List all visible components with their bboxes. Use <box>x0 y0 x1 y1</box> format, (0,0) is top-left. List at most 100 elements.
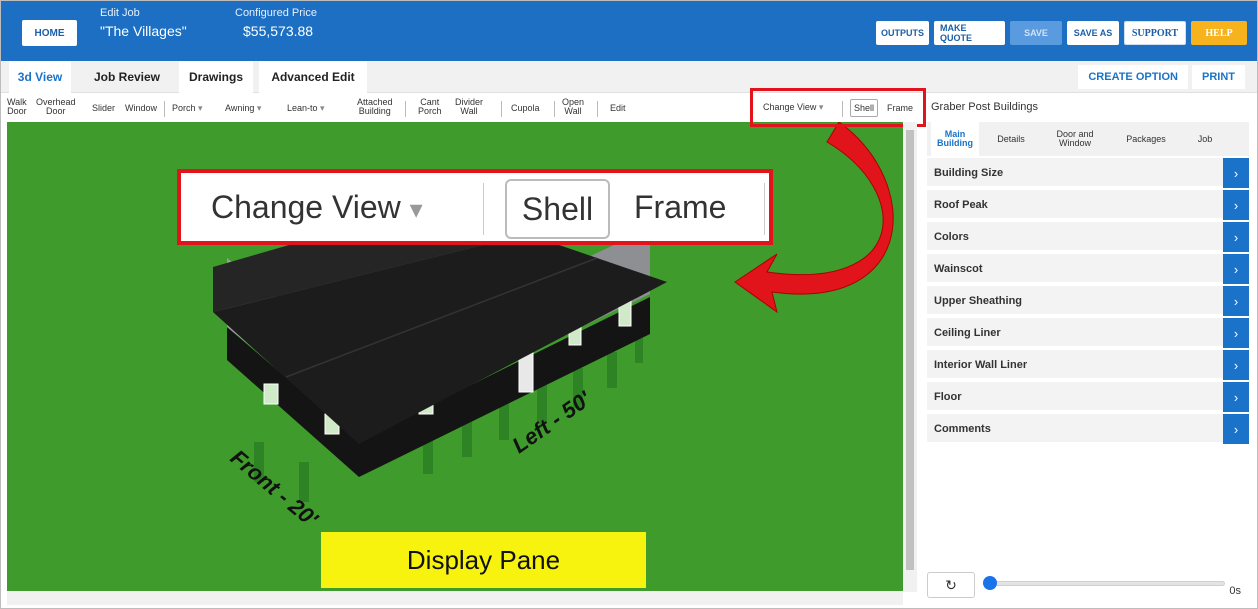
section-colors[interactable]: Colors › <box>927 222 1249 252</box>
header-actions: OUTPUTS MAKE QUOTE SAVE SAVE AS SUPPORT … <box>876 21 1247 45</box>
tool-open-wall[interactable]: Open Wall <box>562 98 584 116</box>
vertical-scrollbar[interactable] <box>903 122 917 592</box>
tool-porch-label: Porch <box>172 103 196 113</box>
tab-packages[interactable]: Packages <box>1111 122 1181 156</box>
create-option-button[interactable]: CREATE OPTION <box>1078 65 1188 89</box>
make-quote-button[interactable]: MAKE QUOTE <box>934 21 1005 45</box>
chevron-right-icon[interactable]: › <box>1223 414 1249 444</box>
tool-overhead-door[interactable]: Overhead Door <box>36 98 76 116</box>
tool-awning[interactable]: Awning ▾ <box>225 104 261 113</box>
price-block: Configured Price $55,573.88 <box>235 7 317 39</box>
tab-drawings[interactable]: Drawings <box>179 61 253 93</box>
zoom-separator <box>483 183 484 235</box>
section-floor[interactable]: Floor › <box>927 382 1249 412</box>
time-readout: 0s <box>1229 585 1241 597</box>
tool-cant-line2: Porch <box>418 106 442 116</box>
chevron-right-icon[interactable]: › <box>1223 350 1249 380</box>
chevron-down-icon: ▾ <box>320 103 325 113</box>
section-label: Wainscot <box>934 263 983 275</box>
highlight-box <box>750 88 926 127</box>
edit-job-label: Edit Job <box>100 7 140 19</box>
reload-icon[interactable]: ↻ <box>927 572 975 598</box>
tool-walk-door[interactable]: Walk Door <box>7 98 27 116</box>
tool-attached-building[interactable]: Attached Building <box>357 98 393 116</box>
tool-edit[interactable]: Edit <box>610 104 626 113</box>
tool-separator <box>405 101 406 117</box>
print-button[interactable]: PRINT <box>1192 65 1245 89</box>
support-button[interactable]: SUPPORT <box>1124 21 1186 45</box>
tool-separator <box>554 101 555 117</box>
section-upper-sheathing[interactable]: Upper Sheathing › <box>927 286 1249 316</box>
panel-tabs: Main Building Details Door and Window Pack… <box>927 122 1249 156</box>
chevron-down-icon: ▾ <box>198 103 203 113</box>
tool-separator <box>164 101 165 117</box>
zoom-shell: Shell <box>505 179 610 239</box>
chevron-right-icon[interactable]: › <box>1223 382 1249 412</box>
tab-main-building[interactable]: Main Building <box>931 122 979 156</box>
section-label: Roof Peak <box>934 199 988 211</box>
section-label: Ceiling Liner <box>934 327 1001 339</box>
tab-job-review[interactable]: Job Review <box>81 61 173 93</box>
tool-overhead-line2: Door <box>46 106 66 116</box>
main-tabs: 3d View Job Review Drawings Advanced Edi… <box>1 61 1257 93</box>
tool-divider-wall[interactable]: Divider Wall <box>455 98 483 116</box>
save-button[interactable]: SAVE <box>1010 21 1062 45</box>
animation-controls: ↻ 0s <box>927 569 1249 605</box>
tool-slider[interactable]: Slider <box>92 104 115 113</box>
tab-job[interactable]: Job <box>1185 122 1225 156</box>
save-as-button[interactable]: SAVE AS <box>1067 21 1119 45</box>
tab-actions: CREATE OPTION PRINT <box>1078 65 1245 89</box>
window <box>263 383 279 405</box>
tool-divider-line2: Wall <box>460 106 478 116</box>
chevron-right-icon[interactable]: › <box>1223 222 1249 252</box>
tab-door-window[interactable]: Door and Window <box>1043 122 1107 156</box>
tab-details[interactable]: Details <box>983 122 1039 156</box>
tool-attached-line2: Building <box>358 106 391 116</box>
zoom-frame: Frame <box>634 189 727 225</box>
tool-lean-to-label: Lean-to <box>287 103 318 113</box>
chevron-right-icon[interactable]: › <box>1223 286 1249 316</box>
chevron-right-icon[interactable]: › <box>1223 254 1249 284</box>
outputs-button[interactable]: OUTPUTS <box>876 21 929 45</box>
tab-advanced-edit[interactable]: Advanced Edit <box>259 61 367 93</box>
tab-main-line2: Building <box>937 138 973 148</box>
tool-awning-label: Awning <box>225 103 255 113</box>
chevron-right-icon[interactable]: › <box>1223 158 1249 188</box>
home-button[interactable]: HOME <box>22 20 77 46</box>
tool-lean-to[interactable]: Lean-to ▾ <box>287 104 325 113</box>
chevron-down-icon: ▾ <box>409 194 423 224</box>
timeline-slider[interactable] <box>987 581 1225 586</box>
tool-walk-door-line2: Door <box>7 106 27 116</box>
horizontal-scrollbar[interactable] <box>7 591 903 605</box>
section-label: Upper Sheathing <box>934 295 1023 307</box>
section-roof-peak[interactable]: Roof Peak › <box>927 190 1249 220</box>
chevron-right-icon[interactable]: › <box>1223 318 1249 348</box>
tool-separator <box>597 101 598 117</box>
chevron-right-icon[interactable]: › <box>1223 190 1249 220</box>
section-building-size[interactable]: Building Size › <box>927 158 1249 188</box>
chevron-down-icon: ▾ <box>256 103 262 113</box>
tool-open-line2: Wall <box>564 106 582 116</box>
tool-cant-porch[interactable]: Cant Porch <box>418 98 442 116</box>
app-window: HOME Edit Job "The Villages" Configured … <box>0 0 1258 609</box>
price-value: $55,573.88 <box>243 23 314 39</box>
scrollbar-thumb[interactable] <box>906 130 914 570</box>
section-label: Interior Wall Liner <box>934 359 1028 371</box>
section-ceiling-liner[interactable]: Ceiling Liner › <box>927 318 1249 348</box>
section-interior-wall-liner[interactable]: Interior Wall Liner › <box>927 350 1249 380</box>
tool-porch[interactable]: Porch ▾ <box>172 104 203 113</box>
tab-door-line2: Window <box>1058 138 1091 148</box>
help-button[interactable]: HELP <box>1191 21 1247 45</box>
slider-handle[interactable] <box>983 576 997 590</box>
job-name: "The Villages" <box>100 23 187 39</box>
section-label: Floor <box>934 391 962 403</box>
tool-window[interactable]: Window <box>125 104 157 113</box>
section-label: Comments <box>934 423 991 435</box>
tab-3d-view[interactable]: 3d View <box>9 61 71 93</box>
panel-title: Graber Post Buildings <box>931 101 1038 113</box>
tool-cupola[interactable]: Cupola <box>511 104 540 113</box>
section-comments[interactable]: Comments › <box>927 414 1249 444</box>
section-label: Building Size <box>934 167 1004 179</box>
section-wainscot[interactable]: Wainscot › <box>927 254 1249 284</box>
zoom-separator <box>764 183 765 235</box>
